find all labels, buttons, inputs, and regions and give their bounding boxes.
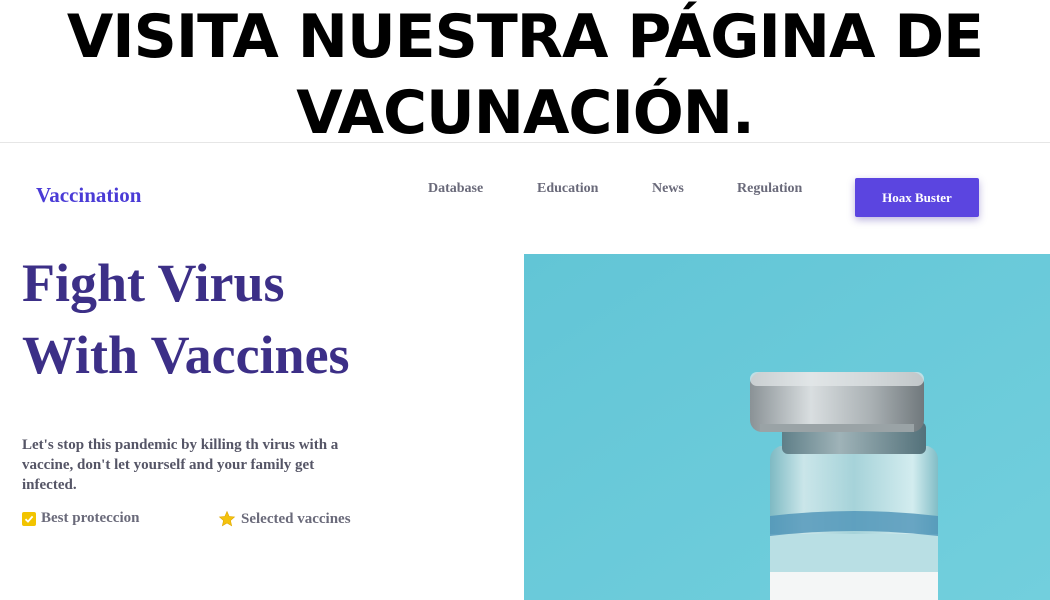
hoax-buster-button[interactable]: Hoax Buster <box>855 178 979 217</box>
site-logo[interactable]: Vaccination <box>36 183 141 208</box>
hero-title-line1: Fight Virus <box>22 253 285 313</box>
banner-heading-line2: VACUNACIÓN. <box>296 78 755 148</box>
feature-selected-vaccines: Selected vaccines <box>218 510 351 528</box>
website-screenshot: Vaccination Database Education News Regu… <box>0 143 1050 600</box>
feature-label: Selected vaccines <box>241 510 351 527</box>
hero-description: Let's stop this pandemic by killing th v… <box>22 437 339 493</box>
feature-best-proteccion: Best proteccion <box>22 510 139 527</box>
hero-title: Fight Virus With Vaccines <box>22 247 350 391</box>
feature-label: Best proteccion <box>41 510 140 526</box>
nav-link-regulation[interactable]: Regulation <box>737 181 802 197</box>
banner-heading-line1: VISITA NUESTRA PÁGINA DE <box>66 2 984 72</box>
nav-link-database[interactable]: Database <box>428 181 483 197</box>
vaccine-vial-image <box>524 254 1050 600</box>
star-icon <box>218 510 236 527</box>
nav-link-education[interactable]: Education <box>537 181 598 197</box>
nav-link-news[interactable]: News <box>652 181 684 197</box>
hero-title-line2: With Vaccines <box>22 325 350 385</box>
promo-banner: VISITA NUESTRA PÁGINA DE VACUNACIÓN. <box>0 0 1050 148</box>
checkbox-icon <box>22 511 36 526</box>
